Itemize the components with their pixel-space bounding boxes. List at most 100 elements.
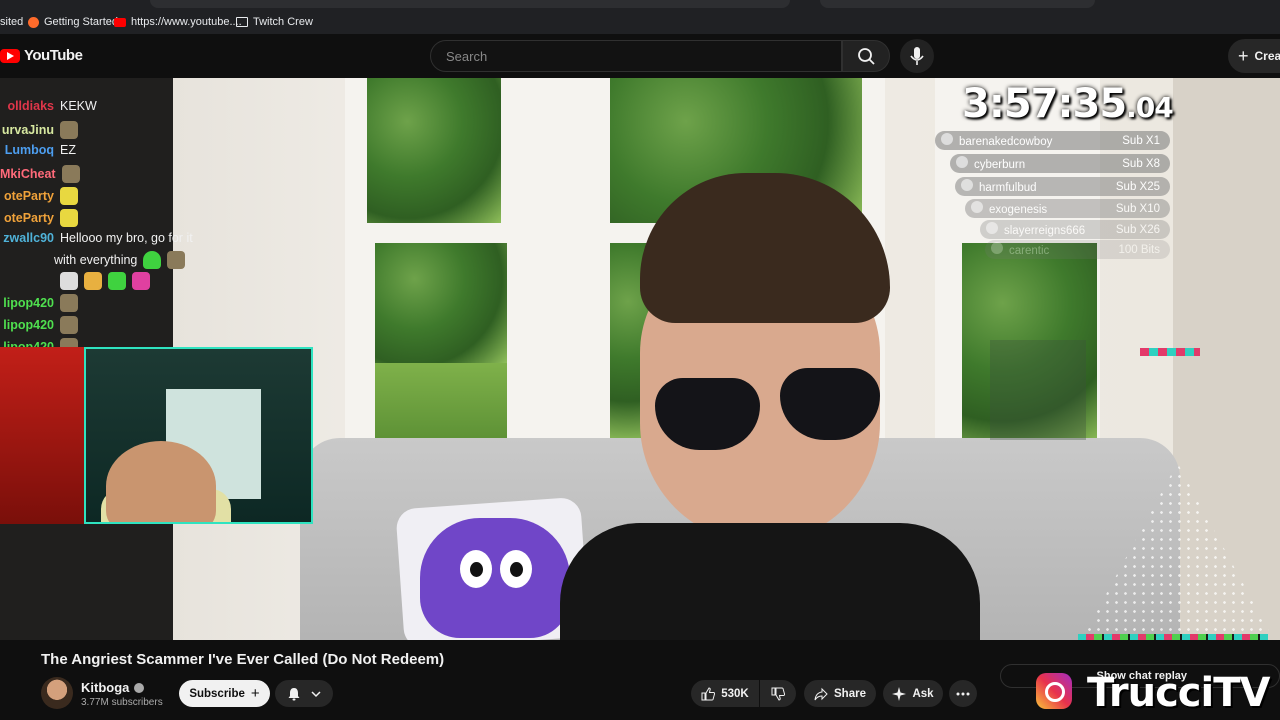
folder-icon: [236, 17, 248, 27]
thumbs-down-icon: [771, 687, 785, 701]
emote-icon: [60, 272, 78, 290]
emote-icon: [167, 251, 186, 269]
sub-alert: cyberburn Sub X8: [950, 154, 1170, 173]
sub-tier: Sub X25: [1115, 180, 1160, 193]
chat-message: urvaJinu: [0, 121, 78, 139]
streamer-hair: [640, 173, 890, 323]
address-bar[interactable]: [150, 0, 790, 8]
chat-username: lipop420: [3, 296, 54, 310]
chat-message-continued: with everything: [54, 251, 186, 269]
sub-alert: barenakedcowboySub X8Sub X1: [935, 131, 1170, 150]
bookmark-twitch-crew[interactable]: Twitch Crew: [236, 16, 313, 28]
subscriber-count: 3.77M subscribers: [81, 697, 163, 708]
chat-username: MkiCheat: [0, 167, 56, 181]
chat-message: oteParty: [0, 209, 78, 227]
instagram-icon: [1036, 673, 1072, 709]
brand-watermark: TrucciTV: [1087, 670, 1270, 716]
mascot-eye: [500, 550, 532, 588]
timer-ms: .04: [1126, 91, 1174, 124]
dislike-button[interactable]: [760, 680, 796, 707]
chat-text: Hellooo my bro, go for it: [60, 231, 193, 245]
plus-icon: +: [1238, 45, 1249, 66]
search-icon: [858, 48, 875, 65]
chat-text: KEKW: [60, 99, 97, 113]
firefox-icon: [28, 16, 39, 28]
sub-alert: harmfulbud Sub X25: [955, 177, 1170, 196]
more-actions-button[interactable]: [949, 680, 977, 707]
more-horizontal-icon: [956, 692, 970, 695]
sub-tier: Sub X8: [1122, 157, 1160, 170]
microphone-icon: [910, 47, 924, 65]
share-button[interactable]: Share: [804, 680, 876, 707]
sub-alert: slayerreigns666 Sub X26: [980, 220, 1170, 239]
guest-webcam: [84, 347, 313, 524]
subscribe-button[interactable]: Subscribe +: [179, 680, 270, 707]
sub-name: cyberburn: [974, 159, 1026, 171]
sub-tier: Sub X10: [1115, 202, 1160, 215]
window-lawn: [375, 363, 507, 438]
sub-name: harmfulbud: [979, 182, 1037, 194]
high-scores-panel: [990, 340, 1086, 440]
chat-message: MkiCheat: [0, 165, 80, 183]
create-button[interactable]: + Crea: [1228, 39, 1280, 73]
window-view: [375, 243, 507, 363]
chat-username: oteParty: [3, 211, 54, 225]
logo-text: YouTube: [24, 47, 83, 64]
chat-message: oteParty: [0, 187, 78, 205]
chat-username: lipop420: [3, 318, 54, 332]
chat-message: olldiaks KEKW: [0, 99, 97, 113]
chat-username: oteParty: [3, 189, 54, 203]
stream-timer: 3:57:35.04: [962, 81, 1174, 131]
voice-search-button[interactable]: [900, 39, 934, 73]
color-strip-decoration: [1078, 634, 1268, 640]
bookmarks-bar: sited Getting Started https://www.youtub…: [0, 10, 1280, 34]
chevron-down-icon: [311, 690, 321, 697]
sunglasses-lens: [655, 378, 760, 450]
verified-icon: [134, 682, 145, 693]
ask-button[interactable]: Ask: [883, 680, 943, 707]
browser-search-bar[interactable]: [820, 0, 1095, 8]
bookmark-getting-started[interactable]: Getting Started: [28, 16, 118, 28]
sub-alert: exogenesis Sub X10: [965, 199, 1170, 218]
webcam-person: [106, 441, 216, 522]
emote-icon: [60, 294, 78, 312]
video-player[interactable]: olldiaks KEKW urvaJinu Lumboq EZ MkiChea…: [0, 78, 1280, 640]
thumbs-up-icon: [701, 686, 716, 700]
search-placeholder: Search: [446, 48, 488, 64]
w-emote-icon: [60, 187, 78, 205]
chat-message: zwallc90 Hellooo my bro, go for it: [0, 231, 193, 245]
sub-name: carentic: [1009, 245, 1050, 257]
streamer-hoodie: [560, 523, 980, 640]
like-count: 530K: [721, 687, 749, 700]
sub-tier: 100 Bits: [1118, 243, 1160, 256]
search-input[interactable]: Search: [430, 40, 842, 72]
youtube-logo[interactable]: YouTube: [0, 47, 83, 64]
info-icon: [941, 133, 953, 145]
info-icon: [971, 201, 983, 213]
window-view: [367, 78, 501, 223]
youtube-play-icon: [0, 48, 20, 63]
bookmark-youtube[interactable]: https://www.youtube....: [114, 16, 242, 28]
emote-icon: [132, 272, 150, 290]
search-button[interactable]: [842, 40, 890, 72]
timer-main: 3:57:35: [962, 81, 1127, 127]
emote-icon: [108, 272, 126, 290]
chat-message: Lumboq EZ: [0, 143, 76, 157]
chat-username: zwallc90: [3, 231, 54, 245]
bookmark-item[interactable]: sited: [0, 16, 23, 28]
ask-label: Ask: [912, 687, 934, 700]
chat-username: urvaJinu: [1, 123, 54, 137]
like-button[interactable]: 530K: [691, 680, 759, 707]
channel-name[interactable]: Kitboga: [81, 680, 145, 695]
notifications-button[interactable]: [275, 680, 333, 707]
sub-tier: Sub X1: [1122, 134, 1160, 147]
browser-tab-bar: [0, 0, 1280, 10]
bookmark-label: sited: [0, 16, 24, 28]
crown-emote-icon: [84, 272, 102, 290]
channel-avatar[interactable]: [41, 677, 73, 709]
info-icon: [961, 179, 973, 191]
mascot-eye: [460, 550, 492, 588]
red-wall-art: [0, 347, 86, 524]
chat-message: lipop420: [0, 316, 78, 334]
bell-icon: [288, 687, 300, 700]
